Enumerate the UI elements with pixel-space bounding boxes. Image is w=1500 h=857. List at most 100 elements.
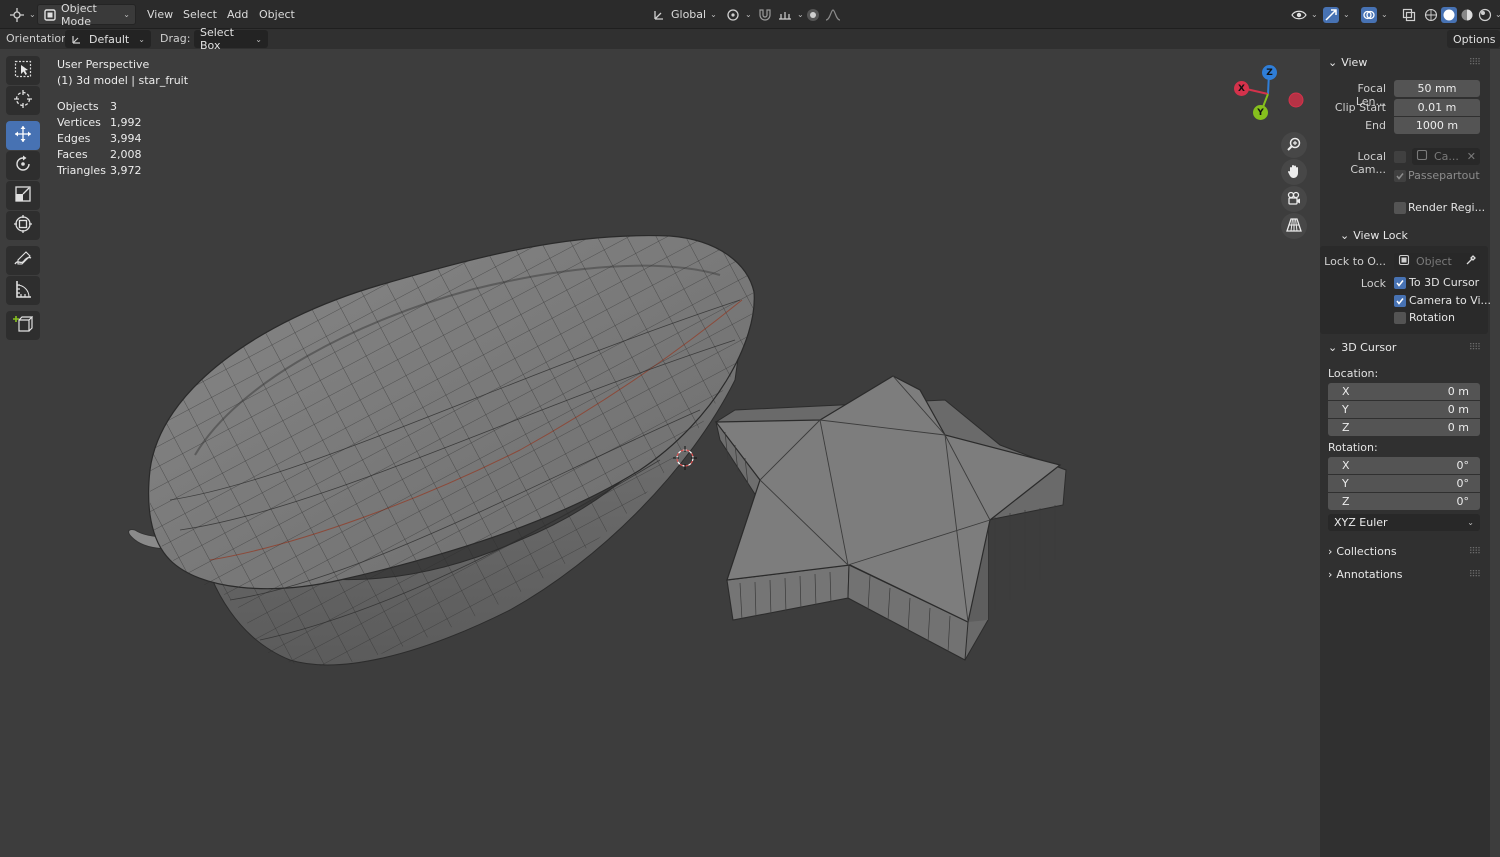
- pan-button[interactable]: [1281, 159, 1307, 185]
- axis-value: 0°: [1456, 495, 1470, 508]
- chevron-down-icon: ⌄: [1381, 10, 1388, 19]
- lock-to-object-field[interactable]: Object: [1394, 253, 1480, 270]
- orientation-gizmo-icon: [71, 31, 83, 47]
- cursor-location-y[interactable]: Y 0 m: [1328, 401, 1480, 418]
- gizmo-axis-y[interactable]: Y: [1253, 105, 1268, 120]
- options-dropdown[interactable]: Options: [1447, 30, 1500, 48]
- axis-label: X: [1342, 459, 1350, 472]
- material-shading-icon[interactable]: [1459, 7, 1475, 23]
- annotations-panel-title: Annotations: [1336, 568, 1403, 581]
- viewport-scene[interactable]: [0, 49, 1320, 857]
- snap-increment-icon: [777, 7, 793, 23]
- eyedropper-icon[interactable]: [1465, 254, 1477, 269]
- menu-view[interactable]: View: [142, 4, 178, 25]
- magnet-icon: [757, 7, 773, 23]
- perspective-toggle-button[interactable]: [1281, 213, 1307, 239]
- gizmo-axis-z[interactable]: Z: [1262, 65, 1277, 80]
- proportional-icon: [805, 7, 821, 23]
- axis-value: 0 m: [1447, 403, 1469, 416]
- transform-orientation-dropdown[interactable]: Global ⌄: [646, 4, 722, 25]
- focal-length-field[interactable]: 50 mm: [1394, 80, 1480, 97]
- drag-dropdown[interactable]: Select Box ⌄: [194, 26, 268, 52]
- clip-end-label: End: [1365, 119, 1386, 132]
- options-label: Options: [1453, 32, 1496, 46]
- mode-label: Object Mode: [61, 1, 97, 28]
- mode-dropdown[interactable]: Object Mode ⌄: [37, 1, 136, 28]
- passepartout-label: Passepartout: [1408, 169, 1480, 182]
- solid-shading-icon[interactable]: [1441, 6, 1457, 23]
- lock-to-object-placeholder: Object: [1416, 255, 1452, 268]
- cursor-rotation-label: Rotation:: [1328, 441, 1378, 454]
- rotation-mode-dropdown[interactable]: XYZ Euler ⌄: [1328, 514, 1480, 531]
- render-region-checkbox[interactable]: [1394, 202, 1406, 214]
- gizmo-toggle[interactable]: ⌄: [1318, 4, 1355, 25]
- 3d-cursor-panel-header[interactable]: ⌄ 3D Cursor: [1328, 341, 1396, 354]
- chevron-down-icon: ⌄: [1328, 341, 1338, 354]
- lock-camera-to-view-checkbox[interactable]: [1394, 295, 1406, 307]
- drag-grip-icon[interactable]: ⠿⠿: [1469, 547, 1481, 557]
- star-fruit-object[interactable]: [100, 200, 800, 700]
- lock-to-3d-cursor-checkbox[interactable]: [1394, 277, 1406, 289]
- annotations-panel-header[interactable]: › Annotations: [1328, 568, 1402, 581]
- menu-object[interactable]: Object: [254, 4, 300, 25]
- object-mode-icon: [43, 7, 57, 23]
- camera-view-button[interactable]: [1281, 186, 1307, 212]
- lock-camera-to-view-label: Camera to Vi...: [1409, 294, 1492, 307]
- drag-grip-icon[interactable]: ⠿⠿: [1469, 343, 1481, 353]
- overlays-toggle[interactable]: ⌄: [1356, 4, 1393, 25]
- tool-settings-bar: Orientation: Default ⌄ Drag: Select Box …: [0, 26, 1500, 52]
- clip-start-label: Clip Start: [1334, 101, 1386, 114]
- chevron-down-icon: ⌄: [29, 10, 36, 19]
- navigation-gizmo[interactable]: Z X Y: [1228, 60, 1308, 130]
- zoom-magnifier-icon: [1286, 136, 1302, 155]
- view-lock-header[interactable]: ⌄ View Lock: [1340, 229, 1408, 242]
- gizmo-axis-x[interactable]: X: [1234, 81, 1249, 96]
- xray-icon: [1401, 7, 1417, 23]
- eye-icon: [1291, 7, 1307, 23]
- view-lock-title: View Lock: [1353, 229, 1408, 242]
- camera-icon: [1286, 190, 1302, 209]
- collections-panel-header[interactable]: › Collections: [1328, 545, 1397, 558]
- menu-select[interactable]: Select: [178, 4, 222, 25]
- axis-label: Y: [1342, 403, 1349, 416]
- axis-value: 0 m: [1447, 421, 1469, 434]
- local-camera-checkbox[interactable]: [1394, 151, 1406, 163]
- lock-to-object-label: Lock to O...: [1324, 255, 1386, 268]
- star-object[interactable]: [714, 375, 1067, 661]
- drag-grip-icon[interactable]: ⠿⠿: [1469, 58, 1481, 68]
- zoom-button[interactable]: [1281, 132, 1307, 158]
- chevron-down-icon: ⌄: [138, 34, 145, 44]
- mesh-wireframe: [150, 235, 755, 667]
- passepartout-checkbox[interactable]: [1394, 170, 1406, 182]
- axis-value: 0°: [1456, 459, 1470, 472]
- lock-to-3d-cursor-label: To 3D Cursor: [1409, 276, 1480, 289]
- chevron-down-icon: ⌄: [1343, 10, 1350, 19]
- grid-perspective-icon: [1286, 217, 1302, 236]
- clear-icon[interactable]: ✕: [1467, 150, 1476, 163]
- axis-value: 0°: [1456, 477, 1470, 490]
- cursor-location-x[interactable]: X 0 m: [1328, 383, 1480, 400]
- cursor-location-z[interactable]: Z 0 m: [1328, 419, 1480, 436]
- chevron-down-icon: ⌄: [1328, 56, 1338, 69]
- view-panel-header[interactable]: ⌄ View: [1328, 56, 1367, 69]
- proportional-editing-toggle[interactable]: [800, 4, 846, 25]
- lock-rotation-checkbox[interactable]: [1394, 312, 1406, 324]
- drag-grip-icon[interactable]: ⠿⠿: [1469, 570, 1481, 580]
- chevron-down-icon: ⌄: [1311, 10, 1318, 19]
- rendered-shading-icon[interactable]: [1477, 7, 1493, 23]
- wireframe-shading-icon[interactable]: [1423, 7, 1439, 23]
- 3d-cursor-panel-title: 3D Cursor: [1341, 341, 1397, 354]
- editor-type-button[interactable]: ⌄: [4, 4, 41, 25]
- clip-start-field[interactable]: 0.01 m: [1394, 99, 1480, 116]
- clip-end-field[interactable]: 1000 m: [1394, 117, 1480, 134]
- axis-label: X: [1342, 385, 1350, 398]
- shading-modes[interactable]: ⌄: [1418, 4, 1500, 25]
- cursor-location-label: Location:: [1328, 367, 1379, 380]
- menu-add[interactable]: Add: [222, 4, 253, 25]
- cursor-rotation-y[interactable]: Y 0°: [1328, 475, 1480, 492]
- chevron-down-icon: ⌄: [255, 34, 262, 44]
- local-camera-field[interactable]: Ca... ✕: [1412, 148, 1480, 165]
- orientation-dropdown[interactable]: Default ⌄: [65, 30, 151, 48]
- cursor-rotation-z[interactable]: Z 0°: [1328, 493, 1480, 510]
- cursor-rotation-x[interactable]: X 0°: [1328, 457, 1480, 474]
